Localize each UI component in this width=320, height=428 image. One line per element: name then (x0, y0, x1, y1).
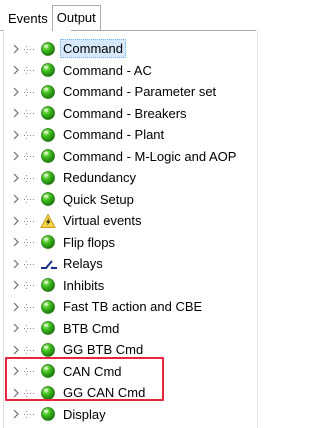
tree-connector (22, 301, 42, 313)
green-circle-icon (40, 105, 56, 121)
chevron-right-icon[interactable] (12, 344, 22, 356)
chevron-right-icon[interactable] (12, 408, 22, 420)
tree-item-label: Command - Breakers (63, 105, 187, 121)
tree-item-label: BTB Cmd (63, 320, 120, 336)
tab-strip: Events Output (0, 0, 260, 31)
tree-item[interactable]: BTB Cmd (12, 318, 122, 339)
tree-item-label: Command - M-Logic and AOP (63, 148, 237, 164)
tree-connector (22, 193, 42, 205)
tree-item[interactable]: Command - AC (12, 60, 155, 81)
chevron-right-icon[interactable] (12, 129, 22, 141)
green-circle-icon (40, 299, 56, 315)
chevron-right-icon[interactable] (12, 193, 22, 205)
tree-connector (22, 86, 42, 98)
tree-connector (22, 408, 42, 420)
tree-item[interactable]: Virtual events (12, 210, 145, 231)
highlight-annotation (5, 357, 164, 401)
tree-connector (22, 344, 42, 356)
tree-connector (22, 236, 42, 248)
warning-triangle-icon (40, 212, 56, 229)
tree-item[interactable]: Command - Plant (12, 124, 167, 145)
tree-item[interactable]: Command - M-Logic and AOP (12, 146, 239, 167)
tree-item-label: Fast TB action and CBE (63, 299, 203, 314)
green-circle-icon (40, 170, 56, 186)
tree-connector (22, 215, 42, 227)
tree-item-label: Command - AC (63, 62, 152, 78)
green-circle-icon (40, 277, 56, 293)
tree-item-label: Inhibits (63, 277, 105, 293)
tree-item-label: Quick Setup (63, 191, 134, 207)
tree-item-label: Command - Plant (63, 127, 165, 142)
green-circle-icon (40, 148, 56, 164)
tree-connector (22, 64, 42, 76)
green-circle-icon (40, 191, 56, 207)
tree-item[interactable]: Fast TB action and CBE (12, 296, 205, 317)
tree-item[interactable]: Redundancy (12, 167, 139, 188)
tree-item[interactable]: Quick Setup (12, 189, 137, 210)
tree-connector (22, 150, 42, 162)
tree-item[interactable]: Display (12, 404, 109, 425)
chevron-right-icon[interactable] (12, 172, 22, 184)
chevron-right-icon[interactable] (12, 322, 22, 334)
tree-item[interactable]: Command - Parameter set (12, 81, 219, 102)
green-circle-icon (40, 41, 56, 57)
green-circle-icon (40, 234, 56, 250)
tree-connector (22, 258, 42, 270)
tree-item-label: Redundancy (63, 170, 136, 185)
tree-item-label: Flip flops (63, 234, 116, 250)
tree-connector (22, 322, 42, 334)
tree-connector (22, 279, 42, 291)
tree-connector (22, 172, 42, 184)
chevron-right-icon[interactable] (12, 301, 22, 313)
chevron-right-icon[interactable] (12, 258, 22, 270)
tree-item[interactable]: Inhibits (12, 275, 107, 296)
tab-events[interactable]: Events (3, 7, 53, 29)
green-circle-icon (40, 320, 56, 336)
chevron-right-icon[interactable] (12, 279, 22, 291)
tree-item-label: Command - Parameter set (63, 84, 217, 99)
tree-item[interactable]: Flip flops (12, 232, 118, 253)
chevron-right-icon[interactable] (12, 86, 22, 98)
green-circle-icon (40, 342, 56, 358)
chevron-right-icon[interactable] (12, 215, 22, 227)
relay-switch-icon (40, 256, 57, 272)
chevron-right-icon[interactable] (12, 107, 22, 119)
chevron-right-icon[interactable] (12, 150, 22, 162)
chevron-right-icon[interactable] (12, 236, 22, 248)
tree-connector (22, 107, 42, 119)
tree-item[interactable]: Command (12, 38, 126, 59)
tab-output[interactable]: Output (51, 5, 101, 31)
tree-item-label: Relays (63, 256, 103, 271)
green-circle-icon (40, 62, 56, 78)
green-circle-icon (40, 84, 56, 100)
tree-item[interactable]: Relays (12, 253, 106, 274)
tree-connector (22, 43, 42, 55)
tree-item[interactable]: Command - Breakers (12, 103, 190, 124)
tree-item-label: Display (63, 406, 106, 422)
tab-bar: Events Output (3, 5, 101, 31)
tree-item-label: Virtual events (63, 213, 142, 228)
chevron-right-icon[interactable] (12, 64, 22, 76)
green-circle-icon (40, 127, 56, 143)
tree-connector (22, 129, 42, 141)
tree-item-label: Command (60, 39, 126, 58)
green-circle-icon (40, 406, 56, 422)
chevron-right-icon[interactable] (12, 43, 22, 55)
